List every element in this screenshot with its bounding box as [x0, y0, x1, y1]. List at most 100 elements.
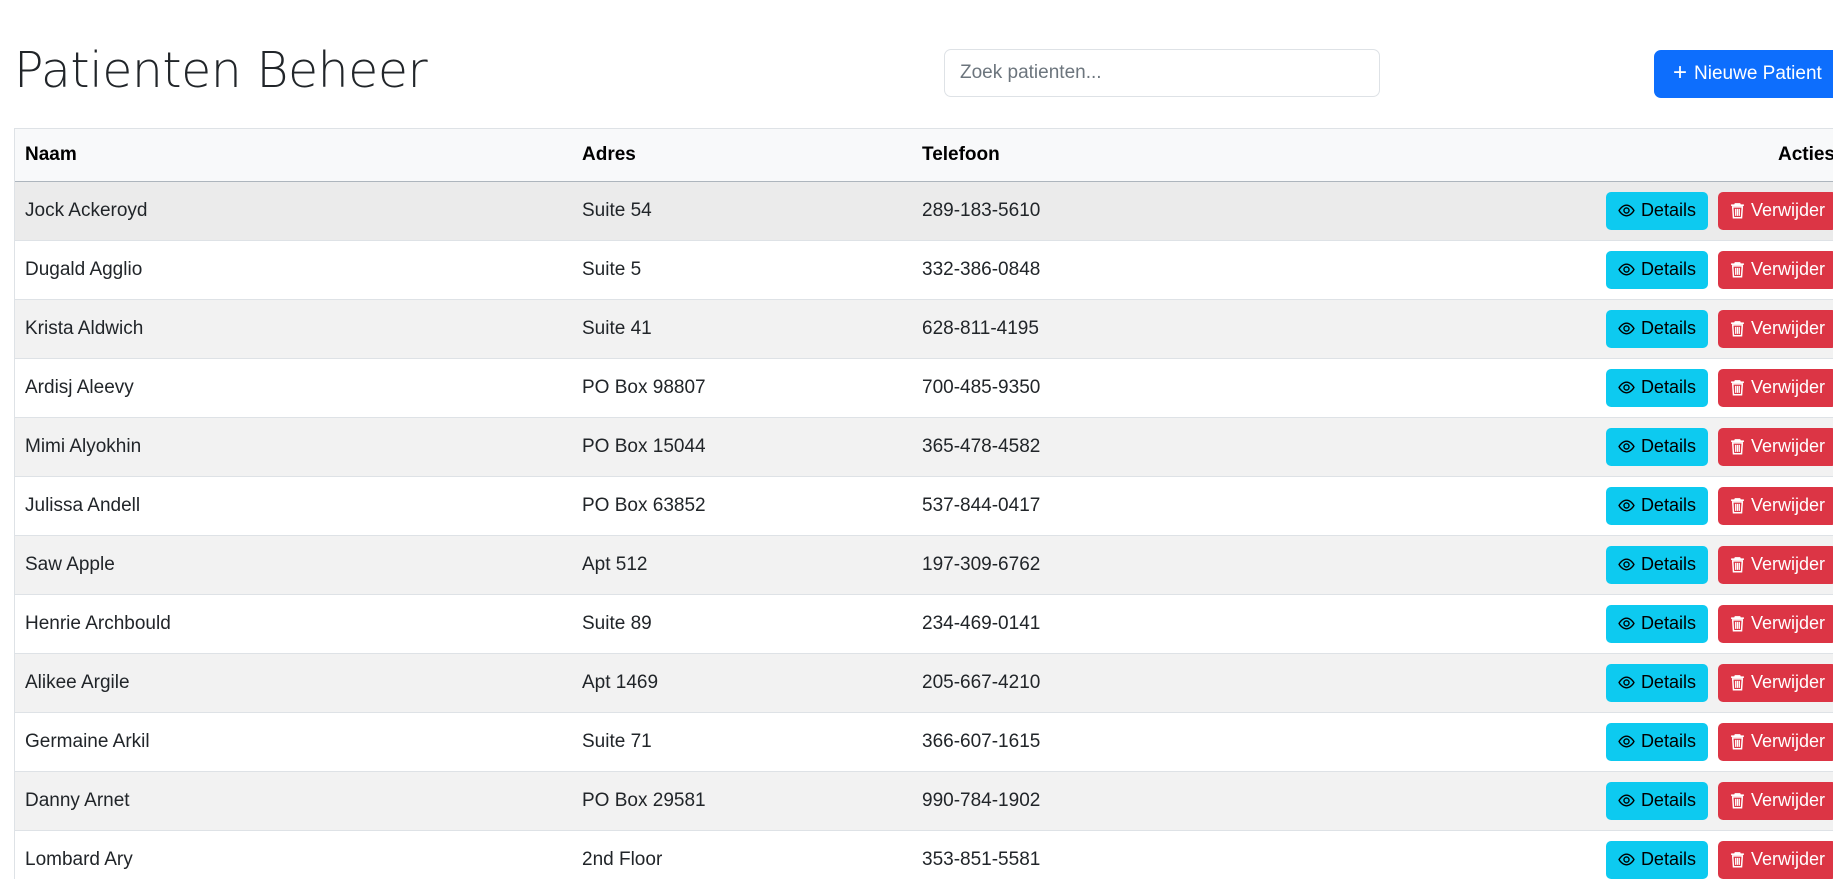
patient-name-cell: Mimi Alyokhin	[25, 435, 142, 457]
trash-icon	[1730, 615, 1745, 632]
column-header-address[interactable]: Adres	[572, 129, 912, 182]
details-button-label: Details	[1640, 613, 1696, 633]
table-row: Dugald Agglio Suite 5 332-386-0848 Detai…	[15, 240, 1833, 299]
patient-actions-cell: Details Verwijder	[1312, 299, 1833, 358]
delete-button-label: Verwijder	[1750, 849, 1825, 869]
table-row: Henrie Archbould Suite 89 234-469-0141 D…	[15, 594, 1833, 653]
details-button[interactable]: Details	[1605, 427, 1708, 466]
patient-name-cell: Dugald Agglio	[25, 258, 143, 280]
table-row: Danny Arnet PO Box 29581 990-784-1902 De…	[15, 771, 1833, 830]
eye-icon	[1618, 497, 1635, 514]
details-button-label: Details	[1640, 200, 1696, 220]
table-row: Lombard Ary 2nd Floor 353-851-5581 Detai…	[15, 830, 1833, 879]
delete-button[interactable]: Verwijder	[1717, 722, 1833, 761]
delete-button[interactable]: Verwijder	[1717, 663, 1833, 702]
patient-name-cell: Krista Aldwich	[25, 317, 144, 339]
page-title: Patienten Beheer	[14, 42, 428, 99]
details-button-label: Details	[1640, 554, 1696, 574]
patient-phone-cell: 353-851-5581	[922, 848, 1041, 870]
patient-phone-cell: 700-485-9350	[922, 376, 1041, 398]
delete-button[interactable]: Verwijder	[1717, 309, 1833, 348]
details-button-label: Details	[1640, 495, 1696, 515]
patient-actions-cell: Details Verwijder	[1312, 358, 1833, 417]
eye-icon	[1618, 615, 1635, 632]
patient-actions-cell: Details Verwijder	[1312, 653, 1833, 712]
table-row: Germaine Arkil Suite 71 366-607-1615 Det…	[15, 712, 1833, 771]
patient-phone-cell: 205-667-4210	[922, 671, 1041, 693]
patient-actions-cell: Details Verwijder	[1312, 181, 1833, 240]
details-button[interactable]: Details	[1605, 722, 1708, 761]
patient-name-cell: Ardisj Aleevy	[25, 376, 134, 398]
details-button-label: Details	[1640, 259, 1696, 279]
table-header-row: Naam Adres Telefoon Acties	[15, 129, 1833, 182]
details-button-label: Details	[1640, 377, 1696, 397]
details-button-label: Details	[1640, 318, 1696, 338]
eye-icon	[1618, 202, 1635, 219]
search-input[interactable]	[944, 49, 1380, 97]
column-header-phone[interactable]: Telefoon	[912, 129, 1312, 182]
delete-button[interactable]: Verwijder	[1717, 427, 1833, 466]
patient-actions-cell: Details Verwijder	[1312, 771, 1833, 830]
eye-icon	[1618, 320, 1635, 337]
patient-name-cell: Henrie Archbould	[25, 612, 171, 634]
patient-phone-cell: 628-811-4195	[922, 317, 1039, 339]
patient-phone-cell: 366-607-1615	[922, 730, 1041, 752]
details-button[interactable]: Details	[1605, 604, 1708, 643]
details-button[interactable]: Details	[1605, 545, 1708, 584]
patient-name-cell: Germaine Arkil	[25, 730, 150, 752]
patient-phone-cell: 332-386-0848	[922, 258, 1041, 280]
patient-address-cell: Suite 71	[582, 730, 652, 752]
details-button[interactable]: Details	[1605, 368, 1708, 407]
patient-phone-cell: 197-309-6762	[922, 553, 1041, 575]
trash-icon	[1730, 497, 1745, 514]
patient-address-cell: Apt 1469	[582, 671, 659, 693]
trash-icon	[1730, 202, 1745, 219]
patient-phone-cell: 289-183-5610	[922, 199, 1041, 221]
patient-name-cell: Julissa Andell	[25, 494, 141, 516]
column-header-name[interactable]: Naam	[15, 129, 572, 182]
delete-button-label: Verwijder	[1750, 731, 1825, 751]
column-header-actions: Acties	[1312, 129, 1833, 182]
patient-actions-cell: Details Verwijder	[1312, 830, 1833, 879]
details-button[interactable]: Details	[1605, 486, 1708, 525]
patient-phone-cell: 234-469-0141	[922, 612, 1041, 634]
table-row: Jock Ackeroyd Suite 54 289-183-5610 Deta…	[15, 181, 1833, 240]
new-patient-label: Nieuwe Patient	[1694, 63, 1822, 84]
eye-icon	[1618, 792, 1635, 809]
delete-button[interactable]: Verwijder	[1717, 486, 1833, 525]
delete-button[interactable]: Verwijder	[1717, 368, 1833, 407]
eye-icon	[1618, 261, 1635, 278]
delete-button-label: Verwijder	[1750, 790, 1825, 810]
patients-table-body: Jock Ackeroyd Suite 54 289-183-5610 Deta…	[15, 181, 1833, 879]
eye-icon	[1618, 851, 1635, 868]
patients-table: Naam Adres Telefoon Acties Jock Ackeroyd…	[15, 129, 1833, 879]
delete-button[interactable]: Verwijder	[1717, 781, 1833, 820]
table-row: Mimi Alyokhin PO Box 15044 365-478-4582 …	[15, 417, 1833, 476]
trash-icon	[1730, 851, 1745, 868]
details-button[interactable]: Details	[1605, 191, 1708, 230]
delete-button-label: Verwijder	[1750, 377, 1825, 397]
delete-button-label: Verwijder	[1750, 259, 1825, 279]
table-row: Saw Apple Apt 512 197-309-6762 Details V…	[15, 535, 1833, 594]
delete-button[interactable]: Verwijder	[1717, 250, 1833, 289]
delete-button-label: Verwijder	[1750, 672, 1825, 692]
details-button[interactable]: Details	[1605, 663, 1708, 702]
patient-address-cell: PO Box 63852	[582, 494, 706, 516]
details-button[interactable]: Details	[1605, 781, 1708, 820]
details-button[interactable]: Details	[1605, 250, 1708, 289]
delete-button[interactable]: Verwijder	[1717, 545, 1833, 584]
delete-button[interactable]: Verwijder	[1717, 840, 1833, 879]
trash-icon	[1730, 674, 1745, 691]
table-row: Alikee Argile Apt 1469 205-667-4210 Deta…	[15, 653, 1833, 712]
patient-address-cell: Suite 89	[582, 612, 652, 634]
details-button[interactable]: Details	[1605, 840, 1708, 879]
new-patient-button[interactable]: + Nieuwe Patient	[1654, 50, 1833, 98]
delete-button[interactable]: Verwijder	[1717, 191, 1833, 230]
delete-button-label: Verwijder	[1750, 554, 1825, 574]
patient-name-cell: Jock Ackeroyd	[25, 199, 148, 221]
patient-actions-cell: Details Verwijder	[1312, 594, 1833, 653]
trash-icon	[1730, 438, 1745, 455]
delete-button[interactable]: Verwijder	[1717, 604, 1833, 643]
trash-icon	[1730, 261, 1745, 278]
details-button[interactable]: Details	[1605, 309, 1708, 348]
